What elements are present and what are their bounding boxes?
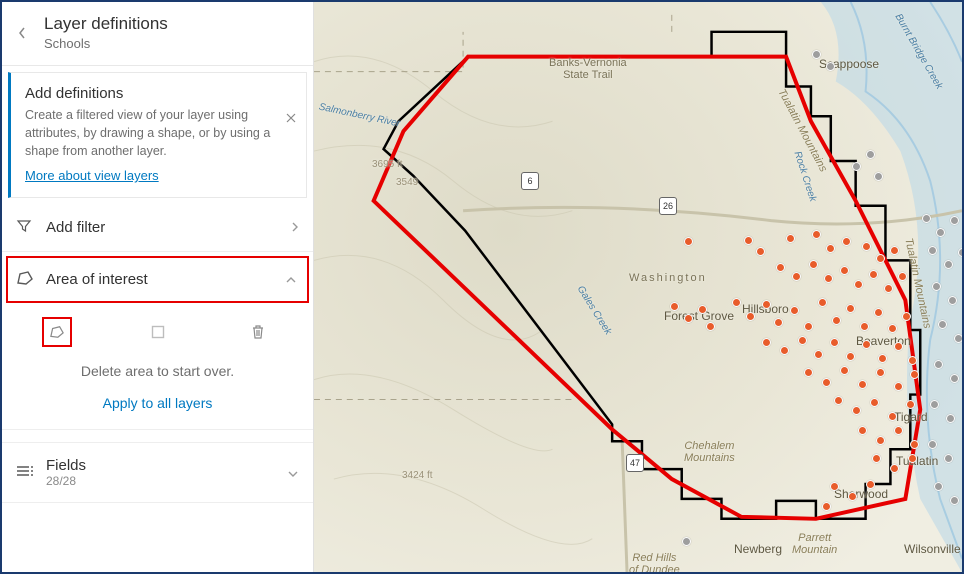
page-title: Layer definitions bbox=[44, 14, 168, 34]
add-filter-label: Add filter bbox=[46, 219, 290, 236]
info-link[interactable]: More about view layers bbox=[25, 168, 159, 183]
chevron-left-icon bbox=[17, 26, 27, 40]
map-canvas[interactable]: 6 26 47 Banks-VernoniaState Trail Scappo… bbox=[314, 2, 962, 572]
fields-label: Fields bbox=[46, 457, 287, 474]
page-subtitle: Schools bbox=[44, 36, 168, 51]
draw-polygon-button[interactable] bbox=[42, 317, 72, 347]
label-elev-3549: 3549 bbox=[396, 177, 418, 188]
fields-icon bbox=[16, 464, 36, 481]
draw-rectangle-button[interactable] bbox=[143, 317, 173, 347]
label-red-hills: Red Hillsof Dundee bbox=[629, 552, 680, 572]
app-root: Layer definitions Schools Add definition… bbox=[0, 0, 964, 574]
info-description: Create a filtered view of your layer usi… bbox=[25, 106, 292, 160]
label-chehalem: ChehalemMountains bbox=[684, 440, 735, 464]
sidebar: Layer definitions Schools Add definition… bbox=[2, 2, 314, 572]
info-callout: Add definitions Create a filtered view o… bbox=[8, 72, 307, 198]
hwy-shield-26: 26 bbox=[659, 197, 677, 215]
aoi-body: Delete area to start over. Apply to all … bbox=[2, 303, 313, 430]
filter-icon bbox=[16, 218, 36, 237]
label-banks-vernonia: Banks-VernoniaState Trail bbox=[549, 57, 627, 81]
trash-icon bbox=[251, 324, 265, 340]
hwy-shield-47: 47 bbox=[626, 454, 644, 472]
label-newberg: Newberg bbox=[734, 542, 782, 556]
label-elev-3424: 3424 ft bbox=[402, 470, 433, 481]
header-text: Layer definitions Schools bbox=[44, 14, 168, 51]
polygon-icon bbox=[49, 325, 65, 339]
chevron-up-icon bbox=[285, 272, 297, 288]
polygon-icon bbox=[16, 270, 38, 289]
label-sherwood: Sherwood bbox=[834, 487, 888, 501]
label-parrett: ParrettMountain bbox=[792, 532, 837, 556]
delete-area-button[interactable] bbox=[243, 317, 273, 347]
label-elev-3695: 3695 ft bbox=[372, 159, 403, 170]
aoi-message: Delete area to start over. bbox=[12, 353, 303, 385]
fields-text: Fields 28/28 bbox=[46, 457, 287, 488]
panel-header: Layer definitions Schools bbox=[2, 2, 313, 66]
label-tigard: Tigard bbox=[894, 410, 928, 424]
label-washington: Washington bbox=[629, 272, 707, 284]
aoi-label: Area of interest bbox=[46, 271, 285, 288]
hwy-shield-6: 6 bbox=[521, 172, 539, 190]
back-button[interactable] bbox=[8, 19, 36, 47]
label-wilsonville: Wilsonville bbox=[904, 542, 961, 556]
chevron-right-icon bbox=[290, 220, 299, 236]
info-title: Add definitions bbox=[25, 85, 292, 102]
aoi-tool-row bbox=[12, 311, 303, 353]
chevron-down-icon bbox=[287, 465, 299, 481]
add-filter-row[interactable]: Add filter bbox=[2, 204, 313, 252]
label-tualatin: Tualatin bbox=[896, 454, 938, 468]
fields-count: 28/28 bbox=[46, 474, 287, 488]
apply-all-layers-link[interactable]: Apply to all layers bbox=[12, 385, 303, 425]
rectangle-icon bbox=[151, 325, 165, 339]
fields-row[interactable]: Fields 28/28 bbox=[2, 442, 313, 503]
close-icon[interactable] bbox=[286, 111, 296, 126]
area-of-interest-header[interactable]: Area of interest bbox=[6, 256, 309, 303]
